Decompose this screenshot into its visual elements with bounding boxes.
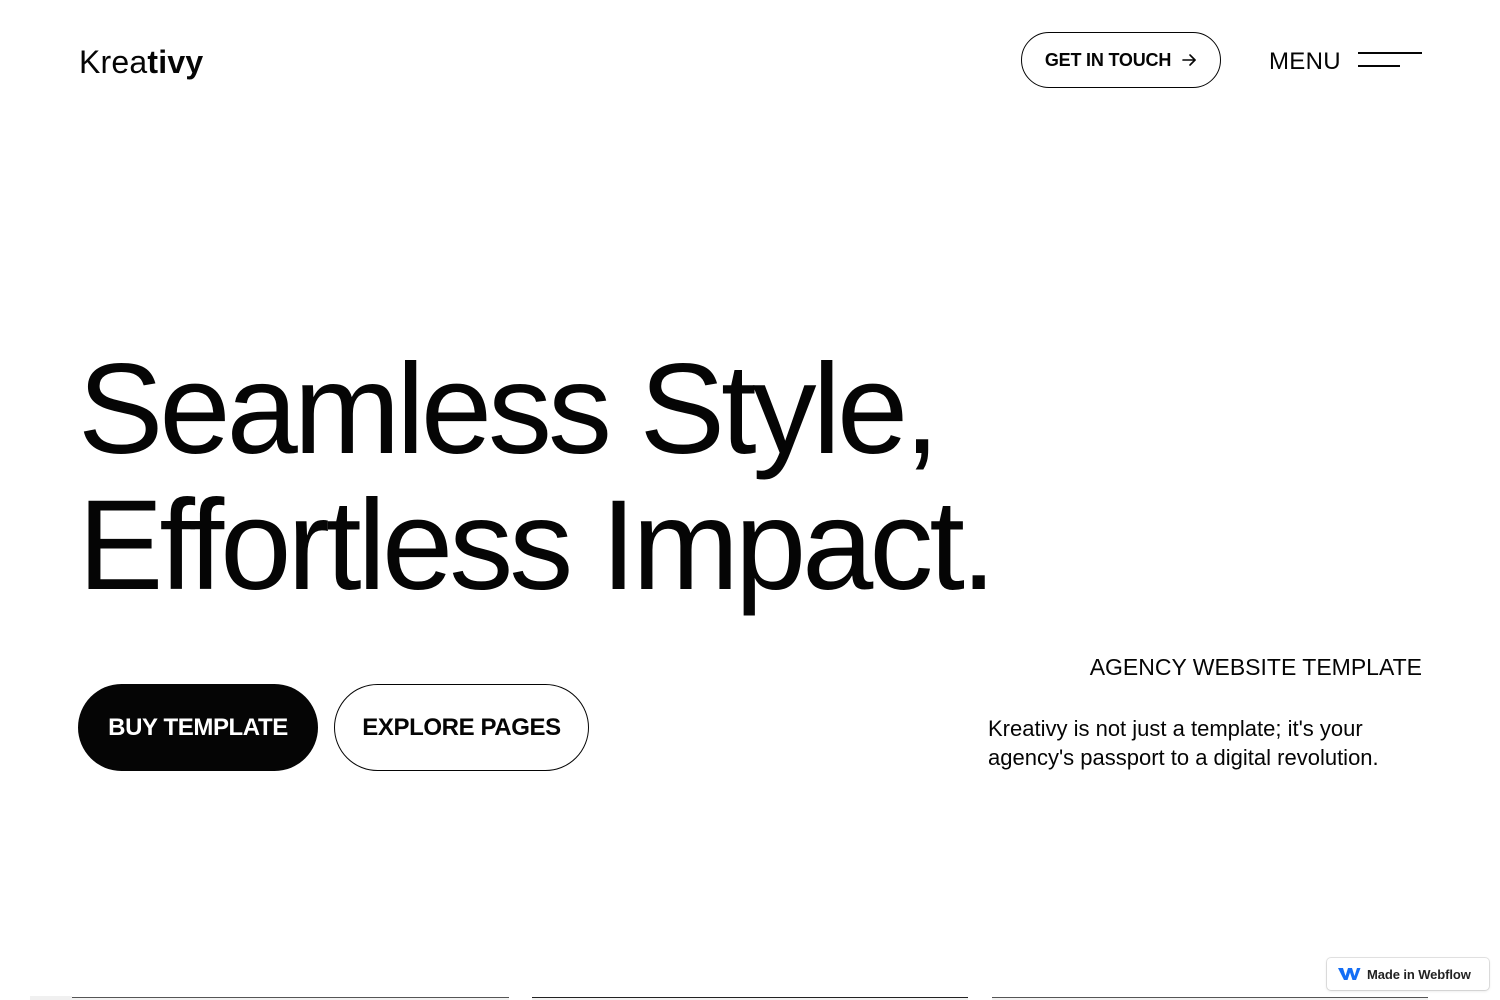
hero-description: Kreativy is not just a template; it's yo…: [988, 716, 1379, 770]
logo-text-bold: tivy: [147, 44, 204, 80]
get-in-touch-button[interactable]: GET IN TOUCH: [1021, 32, 1221, 88]
hero-headline-line-2: Effortless Impact.: [78, 474, 996, 617]
hero-headline: Seamless Style, Effortless Impact.: [78, 338, 996, 617]
logo-text-light: Krea: [79, 44, 148, 80]
menu-toggle[interactable]: MENU: [1269, 40, 1424, 84]
webflow-logo-icon: [1337, 966, 1361, 982]
menu-icon-bar-top: [1358, 52, 1422, 54]
menu-icon-bar-bottom: [1358, 65, 1400, 67]
made-in-webflow-badge[interactable]: Made in Webflow: [1327, 958, 1489, 990]
made-in-webflow-label: Made in Webflow: [1367, 966, 1471, 982]
site-logo[interactable]: Kreativy: [79, 40, 203, 84]
hero-headline-line-1: Seamless Style,: [78, 338, 940, 481]
card-shadow: [30, 996, 72, 1000]
arrow-right-icon: [1181, 52, 1197, 68]
page: Kreativy GET IN TOUCH MENU Seamless Styl…: [0, 0, 1500, 1000]
hamburger-menu-icon: [1358, 50, 1422, 70]
get-in-touch-label: GET IN TOUCH: [1044, 49, 1172, 70]
explore-pages-button[interactable]: EXPLORE PAGES: [334, 684, 589, 771]
menu-label: MENU: [1269, 48, 1341, 75]
buy-template-button[interactable]: BUY TEMPLATE: [78, 684, 318, 771]
hero-eyebrow: AGENCY WEBSITE TEMPLATE: [1089, 654, 1422, 680]
